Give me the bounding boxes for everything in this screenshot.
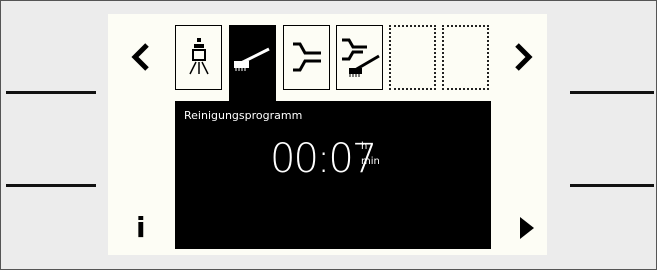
time-unit-hours: h [361,141,368,152]
chevron-left-icon[interactable] [130,40,152,78]
soft-key-right-bottom[interactable] [570,184,654,187]
tab-rinse-program[interactable] [175,25,222,90]
brush-icon [234,47,270,71]
program-panel: Reinigungsprogramm 00:07 h min [175,101,491,249]
info-icon[interactable]: i [136,213,146,243]
soft-key-left-top[interactable] [6,91,96,94]
soft-key-right-top[interactable] [570,91,654,94]
pipe-brush-icon [342,38,380,77]
pipe-icon [293,42,321,72]
tab-pipe-program[interactable] [283,25,330,90]
display-screen: Reinigungsprogramm 00:07 h min i [108,14,547,255]
time-unit-minutes: min [361,156,380,167]
tab-pipe-cleaning-program[interactable] [336,25,383,90]
tab-empty-1 [389,25,436,90]
tab-empty-2 [442,25,489,90]
shower-icon [189,38,209,75]
chevron-right-icon[interactable] [512,40,534,78]
remaining-time-value: 00:07 [270,136,377,182]
play-icon[interactable] [520,217,534,243]
program-label: Reinigungsprogramm [184,109,303,122]
soft-key-left-bottom[interactable] [6,184,96,187]
tab-cleaning-program[interactable] [229,25,276,113]
